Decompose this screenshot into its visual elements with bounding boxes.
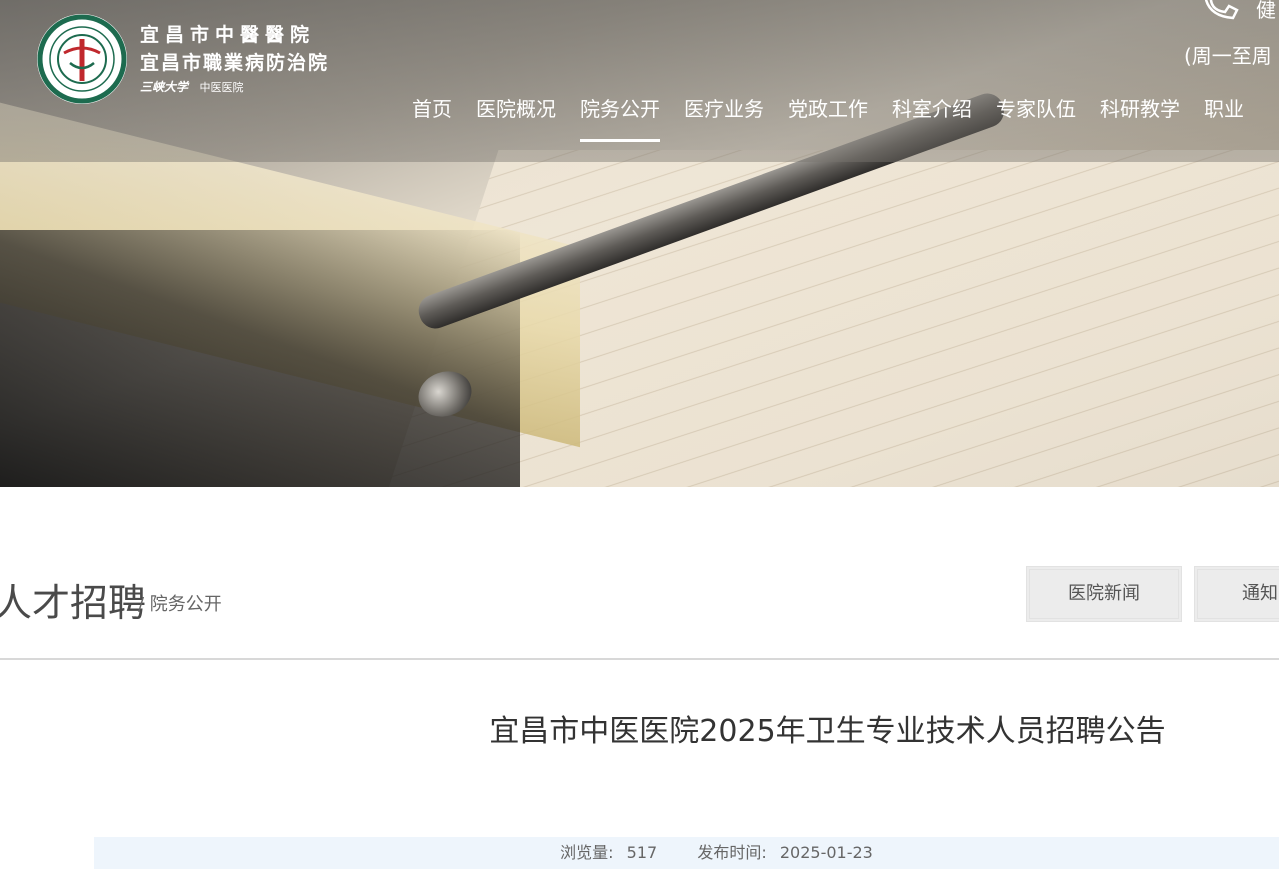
brand-university-line: 三峡大学 中医医院 xyxy=(140,78,244,95)
hotline-text: 健 xyxy=(1256,0,1276,22)
phone-icon xyxy=(1205,0,1239,20)
nav-item-research[interactable]: 科研教学 xyxy=(1088,94,1192,126)
article-title: 宜昌市中医医院2025年卫生专业技术人员招聘公告 xyxy=(489,714,1166,749)
tab-notices[interactable]: 通知 xyxy=(1194,566,1279,622)
date-label: 发布时间: xyxy=(697,843,767,862)
section-divider xyxy=(0,658,1279,660)
brand-name-primary: 宜昌市中醫醫院 xyxy=(140,24,316,46)
nav-item-party[interactable]: 党政工作 xyxy=(776,94,880,126)
nav-item-medical[interactable]: 医疗业务 xyxy=(672,94,776,126)
nav-item-departments[interactable]: 科室介绍 xyxy=(880,94,984,126)
tab-hospital-news[interactable]: 医院新闻 xyxy=(1026,566,1182,622)
hospital-logo[interactable] xyxy=(36,13,128,105)
breadcrumb[interactable]: / 院务公开 xyxy=(138,590,222,616)
publish-date: 2025-01-23 xyxy=(779,843,873,862)
notebook-cover xyxy=(0,230,520,487)
university-name: 三峡大学 xyxy=(140,80,189,94)
nav-item-overview[interactable]: 医院概况 xyxy=(464,94,568,126)
article-meta-bar: 浏览量: 517 发布时间: 2025-01-23 xyxy=(94,837,1279,869)
brand-name-secondary: 宜昌市職業病防治院 xyxy=(140,52,330,74)
nav-item-experts[interactable]: 专家队伍 xyxy=(984,94,1088,126)
views-label: 浏览量: xyxy=(560,843,614,862)
brand-sub-name: 中医医院 xyxy=(199,81,244,94)
nav-item-career[interactable]: 职业 xyxy=(1192,94,1256,126)
main-nav: 首页 医院概况 院务公开 医疗业务 党政工作 科室介绍 专家队伍 科研教学 职业 xyxy=(400,94,1256,142)
page-title: 人才招聘 xyxy=(0,581,147,625)
service-hours-text: (周一至周 xyxy=(1184,44,1272,68)
views-count: 517 xyxy=(626,843,658,862)
nav-item-affairs[interactable]: 院务公开 xyxy=(568,94,672,142)
nav-item-home[interactable]: 首页 xyxy=(400,94,464,126)
